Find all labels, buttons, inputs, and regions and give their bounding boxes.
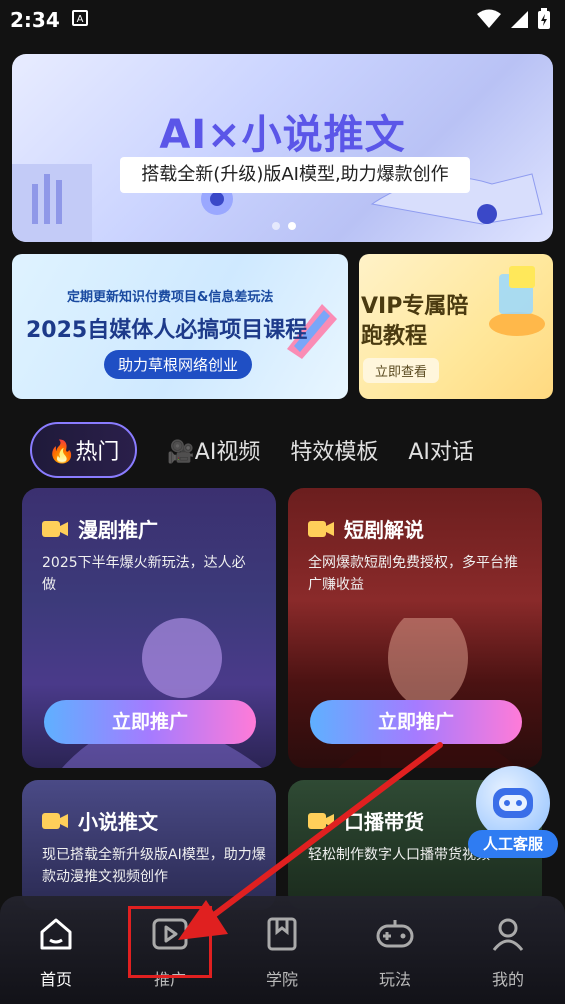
battery-icon [538, 8, 550, 29]
robot-icon [476, 766, 550, 840]
nav-label: 学院 [265, 970, 298, 989]
tab-ai-video[interactable]: 🎥AI视频 [167, 434, 260, 466]
promo-header: 漫剧推广 [42, 514, 158, 543]
tab-effects[interactable]: 特效模板 [290, 434, 378, 466]
nav-label: 玩法 [378, 970, 411, 989]
drama-art [338, 618, 518, 768]
banner-subtitle: 搭载全新(升级)版AI模型,助力爆款创作 [120, 157, 470, 193]
user-icon [492, 918, 524, 951]
vip-card[interactable]: VIP专属陪跑教程 立即查看 [359, 254, 553, 399]
banner-dot-active [288, 222, 296, 230]
promo-card-short-drama[interactable]: 短剧解说 全网爆款短剧免费授权，多平台推广赚收益 立即推广 [288, 488, 542, 768]
status-time: 2:34 [10, 8, 60, 32]
banner-dot [272, 222, 280, 230]
nav-academy[interactable]: 学院 [242, 914, 322, 990]
banner-title: AI×小说推文 [159, 112, 406, 158]
vip-card-button[interactable]: 立即查看 [363, 358, 440, 383]
bottom-nav: 首页 推广 学院 玩法 我的 [0, 896, 565, 1004]
course-card-top-text: 定期更新知识付费项目&信息差玩法 [67, 290, 274, 305]
video-camera-icon [308, 812, 334, 829]
course-card[interactable]: 定期更新知识付费项目&信息差玩法 2025自媒体人必搞项目课程 助力草根网络创业 [12, 254, 348, 399]
customer-service-button[interactable]: 人工客服 [468, 766, 560, 858]
promote-button[interactable]: 立即推广 [44, 700, 256, 744]
course-card-title: 2025自媒体人必搞项目课程 [26, 318, 308, 343]
video-camera-icon [42, 812, 68, 829]
video-camera-icon [42, 520, 68, 537]
promo-header: 小说推文 [42, 806, 158, 835]
vip-card-title: VIP专属陪跑教程 [361, 294, 469, 349]
promo-header: 短剧解说 [308, 514, 424, 543]
promo-card-comic[interactable]: 漫剧推广 2025下半年爆火新玩法，达人必做 立即推广 [22, 488, 276, 768]
promo-description: 现已搭载全新升级版AI模型，助力爆款动漫推文视频创作 [42, 847, 266, 885]
annotation-highlight-box [128, 906, 212, 978]
promo-title: 漫剧推广 [78, 518, 158, 542]
promo-description: 2025下半年爆火新玩法，达人必做 [42, 555, 246, 593]
nav-gameplay[interactable]: 玩法 [355, 914, 435, 990]
book-icon [267, 917, 297, 951]
status-bar: 2:34 A [0, 0, 565, 40]
wifi-icon [477, 9, 501, 28]
top-banner[interactable]: AI×小说推文 搭载全新(升级)版AI模型,助力爆款创作 [12, 54, 553, 242]
promo-title: 短剧解说 [344, 518, 424, 542]
home-icon [40, 918, 72, 950]
promo-title: 小说推文 [78, 810, 158, 834]
customer-service-label: 人工客服 [468, 830, 558, 858]
status-icons [477, 8, 551, 30]
vip-art [489, 266, 545, 336]
nav-profile[interactable]: 我的 [468, 914, 548, 990]
tab-hot[interactable]: 🔥热门 [30, 422, 138, 478]
gamepad-icon [376, 920, 414, 948]
notification-icon: A [72, 10, 88, 26]
promo-title: 口播带货 [344, 810, 424, 834]
promote-button[interactable]: 立即推广 [310, 700, 522, 744]
tab-ai-chat[interactable]: AI对话 [408, 434, 474, 466]
promo-header: 口播带货 [308, 806, 424, 835]
promo-description: 全网爆款短剧免费授权，多平台推广赚收益 [308, 555, 518, 593]
signal-icon [511, 11, 528, 28]
comic-art [62, 618, 262, 768]
course-card-button[interactable]: 助力草根网络创业 [104, 350, 253, 379]
banner-pagination [272, 222, 296, 230]
nav-label: 首页 [39, 970, 72, 989]
promo-card-novel[interactable]: 小说推文 现已搭载全新升级版AI模型，助力爆款动漫推文视频创作 [22, 780, 276, 910]
video-camera-icon [308, 520, 334, 537]
nav-home[interactable]: 首页 [16, 914, 96, 990]
category-tabs: 🔥热门 🎥AI视频 特效模板 AI对话 [30, 422, 474, 478]
nav-label: 我的 [491, 970, 524, 989]
